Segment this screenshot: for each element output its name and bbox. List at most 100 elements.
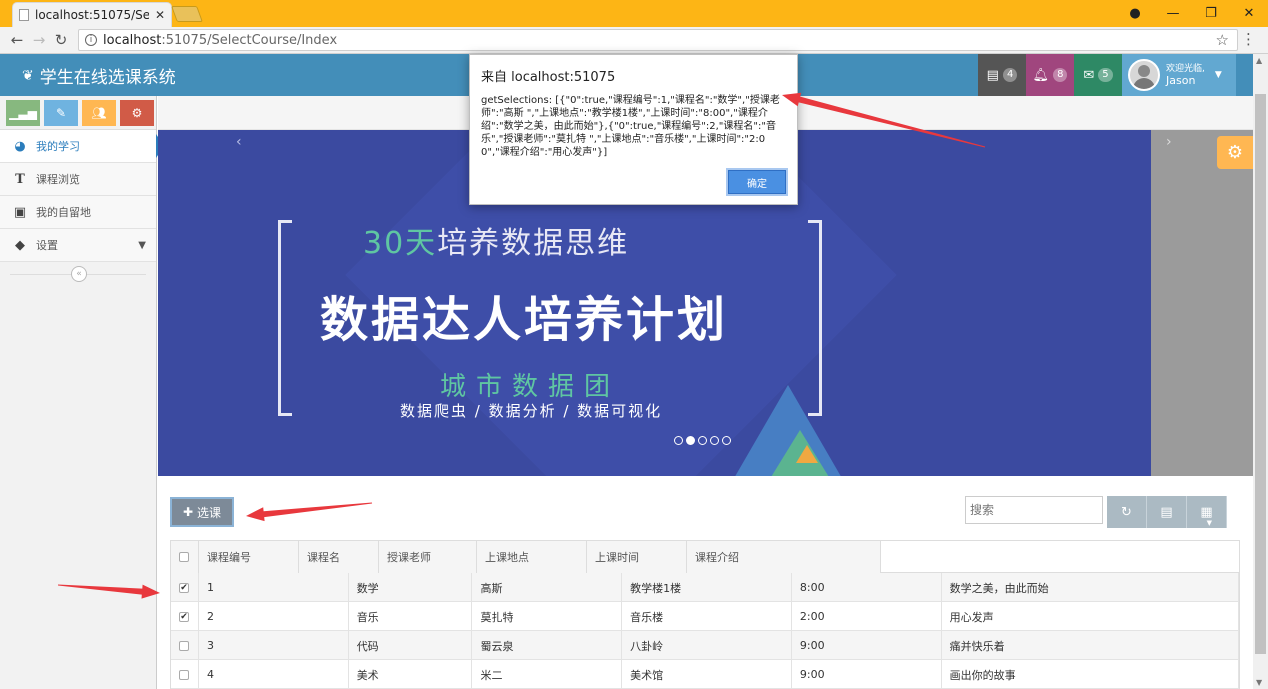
sidebar-item-label: 我的学习	[36, 140, 80, 153]
carousel-dot[interactable]	[710, 436, 719, 445]
carousel-dot[interactable]	[722, 436, 731, 445]
column-header[interactable]: 上课地点	[477, 541, 587, 573]
carousel-dot[interactable]	[686, 436, 695, 445]
tasks-icon: ▤	[986, 67, 999, 83]
notifications-button[interactable]: 🔔︎ 8	[1026, 54, 1074, 96]
bookmark-star-icon[interactable]: ☆	[1216, 31, 1229, 49]
table-cell-intro: 痛并快乐着	[942, 631, 1239, 660]
banner-line-3: 城市数据团	[440, 372, 621, 402]
url-input[interactable]: i localhost:51075/SelectCourse/Index ☆	[78, 29, 1238, 51]
sidebar-item-label: 设置	[36, 239, 58, 252]
close-tab-icon[interactable]: ✕	[155, 8, 165, 22]
tab-title: localhost:51075/Select	[35, 8, 149, 22]
carousel-prev-icon[interactable]: ‹	[236, 134, 242, 150]
shortcut-pencil-button[interactable]: ✎	[44, 99, 78, 126]
browser-menu-icon[interactable]: ⋮	[1241, 30, 1256, 48]
row-select-cell	[171, 631, 199, 660]
double-left-icon[interactable]: «	[71, 266, 87, 282]
select-all-checkbox[interactable]	[179, 552, 189, 562]
new-tab-button[interactable]	[171, 6, 203, 22]
carousel-next-icon[interactable]: ›	[1166, 134, 1172, 150]
chevron-down-icon: ▼	[138, 239, 146, 251]
sidebar-item-my-plot[interactable]: ▣ 我的自留地	[0, 196, 156, 229]
tasks-button[interactable]: ▤ 4	[978, 54, 1026, 96]
row-checkbox[interactable]: ✔	[179, 582, 189, 593]
account-icon[interactable]: ●	[1116, 0, 1154, 27]
table-row[interactable]: ✔ 1 数学 高斯 教学楼1楼 8:00 数学之美，由此而始	[171, 573, 1239, 602]
shortcut-signal-button[interactable]: ▁▃▅	[6, 99, 40, 126]
column-header[interactable]: 课程编号	[199, 541, 299, 573]
row-checkbox[interactable]	[179, 640, 189, 651]
table-header: 课程编号 课程名 授课老师 上课地点 上课时间 课程介绍	[171, 541, 1239, 573]
scroll-down-icon[interactable]: ▼	[1256, 678, 1262, 687]
settings-gear-button[interactable]: ⚙	[1217, 136, 1253, 169]
back-icon[interactable]: ←	[6, 31, 28, 49]
table-row[interactable]: 3 代码 蜀云泉 八卦岭 9:00 痛并快乐着	[171, 631, 1239, 660]
select-course-button[interactable]: ✚ 选课	[170, 497, 234, 527]
alert-dialog: 来自 localhost:51075 getSelections: [{"0":…	[469, 54, 798, 205]
table-cell-place: 八卦岭	[622, 631, 792, 660]
address-bar: ← → ↻ i localhost:51075/SelectCourse/Ind…	[0, 27, 1268, 54]
dialog-ok-button[interactable]: 确定	[728, 170, 786, 194]
row-checkbox[interactable]	[179, 669, 189, 680]
table-cell-time: 9:00	[792, 660, 942, 689]
picture-icon: ▣	[13, 204, 27, 220]
carousel-indicators	[674, 436, 731, 445]
restore-button[interactable]: ❐	[1192, 0, 1230, 27]
cogs-icon: ⚙	[131, 105, 143, 120]
shortcut-group-button[interactable]: 👥︎	[82, 99, 116, 126]
list-icon: ▤	[1160, 504, 1173, 520]
table-cell-intro: 画出你的故事	[942, 660, 1239, 689]
avatar	[1128, 59, 1160, 91]
search-input[interactable]	[965, 496, 1103, 524]
user-menu[interactable]: 欢迎光临, Jason ▼	[1122, 54, 1236, 96]
course-table: 课程编号 课程名 授课老师 上课地点 上课时间 课程介绍 ✔ 1 数学 高斯 教学楼1楼…	[170, 540, 1240, 689]
vertical-scrollbar[interactable]: ▲ ▼	[1253, 54, 1268, 689]
refresh-icon: ↻	[1121, 504, 1132, 520]
carousel-dot[interactable]	[674, 436, 683, 445]
table-cell-id: 1	[199, 573, 349, 602]
column-header[interactable]: 授课老师	[379, 541, 477, 573]
table-row[interactable]: ✔ 2 音乐 莫扎特 音乐楼 2:00 用心发声	[171, 602, 1239, 631]
scroll-up-icon[interactable]: ▲	[1256, 56, 1262, 65]
table-cell-intro: 数学之美，由此而始	[942, 573, 1239, 602]
messages-count: 5	[1098, 68, 1113, 82]
plus-icon: ✚	[182, 505, 194, 519]
scrollbar-thumb[interactable]	[1255, 94, 1266, 654]
grid-icon: ▦	[1200, 504, 1213, 520]
forward-icon[interactable]: →	[28, 31, 50, 49]
info-icon[interactable]: i	[85, 34, 97, 46]
tag-icon: ◆	[15, 237, 25, 253]
page-icon	[19, 9, 29, 21]
refresh-button[interactable]: ↻	[1107, 496, 1147, 528]
sidebar-item-my-study[interactable]: ◕ 我的学习	[0, 130, 164, 163]
row-select-cell	[171, 660, 199, 689]
column-header[interactable]: 课程介绍	[687, 541, 881, 573]
table-cell-name: 数学	[349, 573, 473, 602]
browser-tab[interactable]: localhost:51075/Select ✕	[12, 2, 172, 27]
table-row[interactable]: 4 美术 米二 美术馆 9:00 画出你的故事	[171, 660, 1239, 689]
sidebar-item-course-browse[interactable]: T 课程浏览	[0, 163, 156, 196]
minimize-button[interactable]: —	[1154, 0, 1192, 27]
table-cell-intro: 用心发声	[942, 602, 1239, 631]
table-cell-name: 代码	[349, 631, 473, 660]
row-checkbox[interactable]: ✔	[179, 611, 189, 622]
row-select-cell: ✔	[171, 573, 199, 602]
column-header[interactable]: 上课时间	[587, 541, 687, 573]
close-window-button[interactable]: ✕	[1230, 0, 1268, 27]
toggle-view-button[interactable]: ▤	[1147, 496, 1187, 528]
messages-button[interactable]: ✉ 5	[1074, 54, 1122, 96]
reload-icon[interactable]: ↻	[50, 31, 72, 49]
window-controls: ● — ❐ ✕	[1116, 0, 1268, 27]
caret-down-icon: ▼	[1214, 70, 1222, 80]
carousel-dot[interactable]	[698, 436, 707, 445]
columns-button[interactable]: ▦ ▼	[1187, 496, 1227, 528]
group-icon: 👥︎	[91, 105, 107, 120]
brand[interactable]: ❦ 学生在线选课系统	[22, 63, 176, 89]
shortcut-cogs-button[interactable]: ⚙	[120, 99, 154, 126]
table-cell-name: 音乐	[349, 602, 473, 631]
sidebar-item-label: 课程浏览	[36, 173, 80, 186]
column-header[interactable]: 课程名	[299, 541, 379, 573]
table-cell-place: 教学楼1楼	[622, 573, 792, 602]
sidebar-item-settings[interactable]: ◆ 设置 ▼	[0, 229, 156, 262]
